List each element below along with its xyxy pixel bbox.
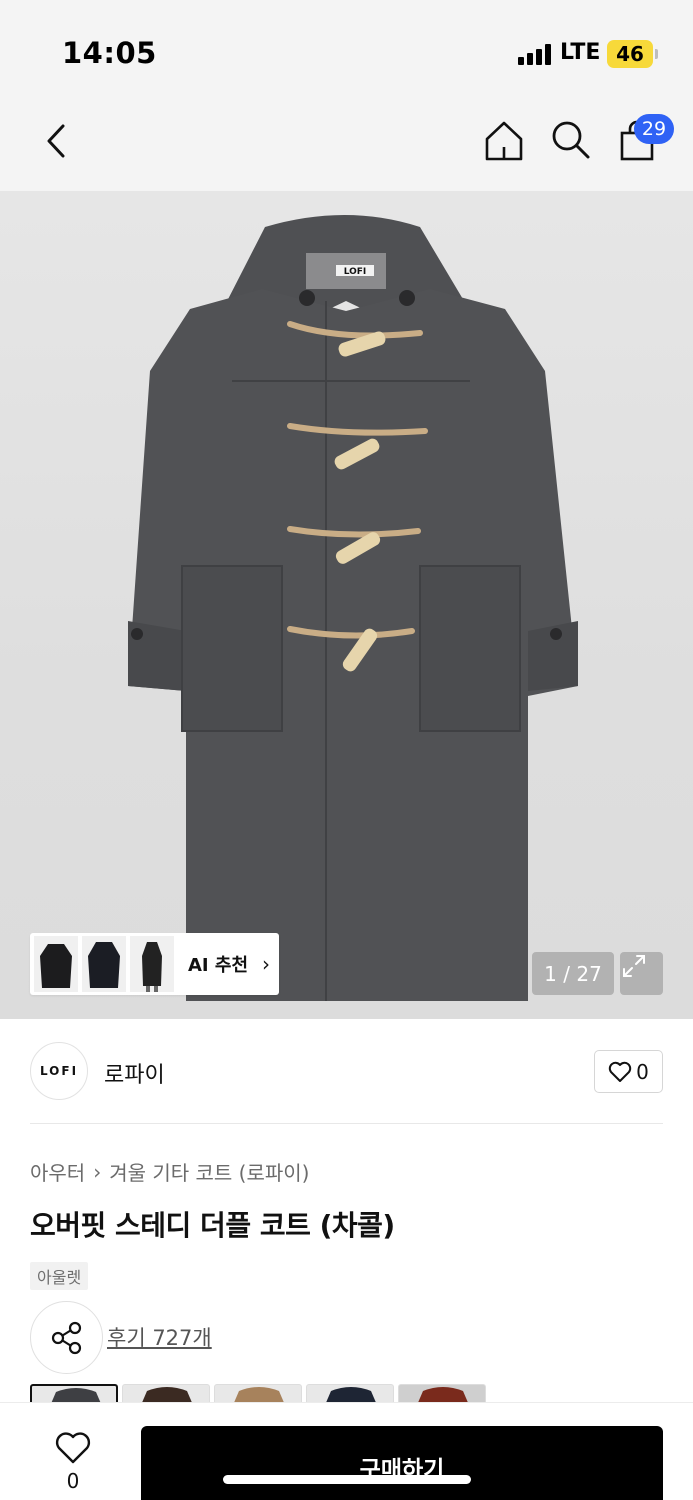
- product-image-duffle-coat: LOFI: [128, 215, 578, 1001]
- breadcrumb: 아우터 › 겨울 기타 코트 (로파이): [30, 1157, 309, 1186]
- share-button[interactable]: [30, 1301, 103, 1374]
- ai-thumb-3: [130, 936, 174, 992]
- product-like-count: 0: [66, 1469, 80, 1493]
- ai-recommend-label: AI 추천: [188, 955, 249, 976]
- ai-recommend-button[interactable]: AI 추천 ›: [30, 933, 279, 995]
- color-swatch-brown[interactable]: [122, 1384, 210, 1404]
- outlet-tag: 아울렛: [30, 1262, 89, 1290]
- brand-like-count: 0: [636, 1059, 649, 1084]
- ai-thumb-2: [82, 936, 126, 992]
- signal-strength-icon: [518, 44, 551, 65]
- breadcrumb-item-category[interactable]: 겨울 기타 코트 (로파이): [109, 1157, 309, 1186]
- chevron-right-icon: ›: [262, 952, 271, 976]
- review-link[interactable]: 후기 727개: [107, 1322, 212, 1352]
- heart-icon: [55, 1432, 91, 1464]
- color-swatch-navy[interactable]: [306, 1384, 394, 1404]
- breadcrumb-item-outer[interactable]: 아우터: [30, 1157, 85, 1186]
- chevron-right-icon: ›: [93, 1159, 102, 1184]
- heart-icon: [608, 1061, 632, 1082]
- battery-tip: [655, 49, 658, 59]
- expand-image-button[interactable]: [620, 952, 663, 995]
- color-swatch-charcoal[interactable]: [30, 1384, 118, 1404]
- color-swatch-row: [30, 1384, 486, 1404]
- svg-text:LOFI: LOFI: [344, 267, 367, 277]
- battery-indicator: 46: [607, 40, 653, 68]
- color-swatch-camel[interactable]: [214, 1384, 302, 1404]
- bottom-purchase-bar: 0 구매하기: [0, 1403, 693, 1500]
- back-button[interactable]: [36, 117, 76, 165]
- cart-count-badge: 29: [634, 114, 674, 144]
- product-like-button[interactable]: 0: [50, 1431, 96, 1497]
- top-nav-bar: [0, 95, 693, 191]
- chevron-left-icon: [47, 124, 65, 158]
- network-type: LTE: [560, 40, 601, 65]
- brand-name[interactable]: 로파이: [104, 1057, 165, 1089]
- home-icon: [485, 121, 523, 161]
- product-image-carousel[interactable]: LOFI AI 추천 › 1 / 27: [0, 191, 693, 1019]
- image-counter: 1 / 27: [532, 952, 614, 995]
- brand-logo[interactable]: LOFI: [30, 1042, 88, 1100]
- color-swatch-red[interactable]: [398, 1384, 486, 1404]
- search-button[interactable]: [550, 119, 592, 161]
- home-indicator[interactable]: [223, 1475, 471, 1484]
- divider: [30, 1123, 663, 1124]
- ai-thumb-1: [34, 936, 78, 992]
- status-time: 14:05: [62, 36, 157, 70]
- status-bar: 14:05 LTE 46: [0, 0, 693, 95]
- search-icon: [552, 121, 590, 159]
- brand-like-button[interactable]: 0: [594, 1050, 663, 1093]
- share-icon: [51, 1321, 81, 1354]
- product-title: 오버핏 스테디 더플 코트 (차콜): [30, 1209, 395, 1242]
- buy-button[interactable]: 구매하기: [141, 1426, 663, 1500]
- home-button[interactable]: [482, 119, 526, 163]
- expand-icon: [623, 955, 645, 977]
